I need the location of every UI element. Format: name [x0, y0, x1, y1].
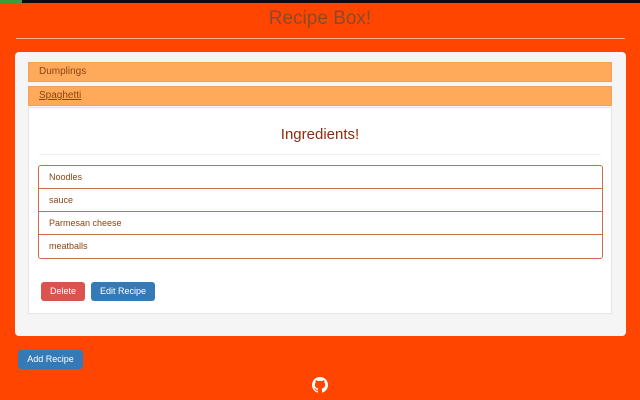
recipe-name[interactable]: Spaghetti — [39, 90, 81, 101]
delete-button[interactable]: Delete — [41, 282, 85, 301]
edit-recipe-button[interactable]: Edit Recipe — [91, 282, 155, 301]
ingredient-list: Noodles sauce Parmesan cheese meatballs — [38, 165, 603, 259]
add-recipe-button[interactable]: Add Recipe — [18, 350, 83, 369]
recipe-name: Dumplings — [39, 66, 87, 77]
recipe-header-spaghetti[interactable]: Spaghetti — [28, 86, 612, 106]
recipe-list-container: Dumplings Spaghetti Ingredients! Noodles… — [15, 52, 626, 336]
recipe-header-dumplings[interactable]: Dumplings — [28, 62, 612, 82]
title-divider — [16, 38, 625, 39]
heading-divider — [39, 154, 601, 155]
ingredient-item: sauce — [39, 189, 602, 212]
ingredient-item: Noodles — [39, 166, 602, 189]
ingredient-item: Parmesan cheese — [39, 212, 602, 235]
window-top-strip — [0, 0, 640, 3]
window-corner-tab — [0, 0, 22, 3]
app-title: Recipe Box! — [268, 8, 372, 29]
ingredient-item: meatballs — [49, 241, 88, 251]
ingredients-heading: Ingredients! — [280, 126, 360, 143]
recipe-panel-body: Ingredients! Noodles sauce Parmesan chee… — [28, 107, 612, 314]
github-icon[interactable] — [312, 377, 328, 393]
